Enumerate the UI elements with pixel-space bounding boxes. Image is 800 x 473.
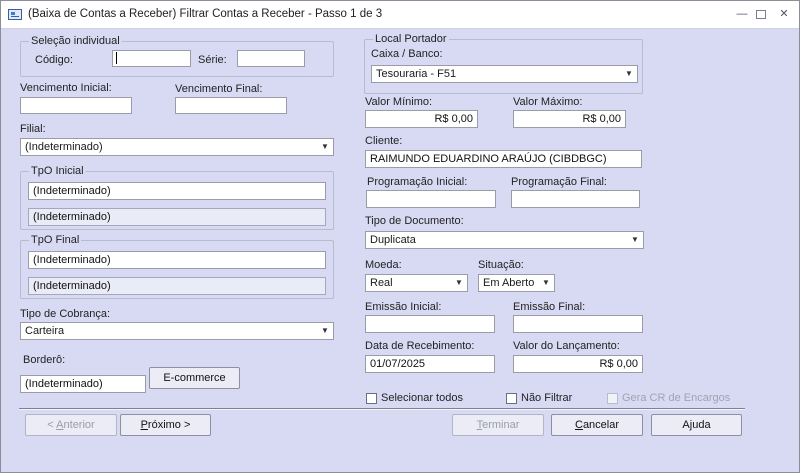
bordero-label: Borderô: xyxy=(23,354,66,366)
data-recebimento-label: Data de Recebimento: xyxy=(365,340,475,352)
filial-value: (Indeterminado) xyxy=(25,141,103,153)
situacao-label: Situação: xyxy=(478,259,524,271)
gera-cr-encargos-label: Gera CR de Encargos xyxy=(622,392,731,404)
moeda-label: Moeda: xyxy=(365,259,402,271)
data-recebimento-field[interactable]: 01/07/2025 xyxy=(365,355,495,373)
filter-dialog-window: (Baixa de Contas a Receber) Filtrar Cont… xyxy=(0,0,800,473)
programacao-final-field[interactable] xyxy=(511,190,640,208)
tpo-final-field-1[interactable]: (Indeterminado) xyxy=(28,251,326,269)
chevron-down-icon[interactable]: ▼ xyxy=(624,66,634,82)
emissao-inicial-field[interactable] xyxy=(365,315,495,333)
chevron-down-icon[interactable]: ▼ xyxy=(320,323,330,339)
tipo-documento-label: Tipo de Documento: xyxy=(365,215,464,227)
proximo-button[interactable]: Próximo > xyxy=(120,414,211,436)
terminar-button[interactable]: Terminar xyxy=(452,414,544,436)
vencimento-inicial-label: Vencimento Inicial: xyxy=(20,82,112,94)
emissao-inicial-label: Emissão Inicial: xyxy=(365,301,442,313)
close-icon[interactable]: ✕ xyxy=(777,7,791,21)
window-title: (Baixa de Contas a Receber) Filtrar Cont… xyxy=(28,8,383,20)
programacao-inicial-field[interactable] xyxy=(366,190,496,208)
tipo-documento-value: Duplicata xyxy=(370,234,416,246)
cancelar-label: ancelar xyxy=(582,419,620,431)
chevron-down-icon[interactable]: ▼ xyxy=(454,275,464,291)
caixa-banco-select[interactable]: Tesouraria - F51 ▼ xyxy=(371,65,638,83)
situacao-value: Em Aberto xyxy=(483,277,535,289)
tipo-cobranca-select[interactable]: Carteira ▼ xyxy=(20,322,334,340)
title-bar: (Baixa de Contas a Receber) Filtrar Cont… xyxy=(1,1,799,29)
valor-maximo-field[interactable]: R$ 0,00 xyxy=(513,110,626,128)
local-portador-legend: Local Portador xyxy=(373,33,449,45)
programacao-inicial-label: Programação Inicial: xyxy=(367,176,468,188)
serie-label: Série: xyxy=(198,54,227,66)
restore-icon[interactable] xyxy=(756,10,766,19)
terminar-label: erminar xyxy=(482,419,520,431)
chevron-down-icon[interactable]: ▼ xyxy=(320,139,330,155)
gera-cr-encargos-checkbox xyxy=(607,393,618,404)
moeda-value: Real xyxy=(370,277,393,289)
tpo-inicial-legend: TpO Inicial xyxy=(29,165,86,177)
valor-lancamento-label: Valor do Lançamento: xyxy=(513,340,620,352)
codigo-label: Código: xyxy=(35,54,73,66)
situacao-select[interactable]: Em Aberto ▼ xyxy=(478,274,555,292)
valor-minimo-label: Valor Mínimo: xyxy=(365,96,433,108)
tpo-final-field-2: (Indeterminado) xyxy=(28,277,326,295)
nao-filtrar-checkbox[interactable] xyxy=(506,393,517,404)
bordero-field[interactable]: (Indeterminado) xyxy=(20,375,146,393)
caixa-banco-value: Tesouraria - F51 xyxy=(376,68,457,80)
selecao-individual-legend: Seleção individual xyxy=(29,35,122,47)
valor-minimo-field[interactable]: R$ 0,00 xyxy=(365,110,478,128)
moeda-select[interactable]: Real ▼ xyxy=(365,274,468,292)
cancelar-accelerator: C xyxy=(574,419,583,431)
vencimento-inicial-field[interactable] xyxy=(20,97,132,114)
chevron-down-icon[interactable]: ▼ xyxy=(630,232,640,248)
app-window-icon xyxy=(8,9,22,20)
proximo-accelerator: P xyxy=(140,419,148,431)
emissao-final-field[interactable] xyxy=(513,315,643,333)
valor-maximo-label: Valor Máximo: xyxy=(513,96,583,108)
codigo-field[interactable] xyxy=(112,50,191,67)
nao-filtrar-label: Não Filtrar xyxy=(521,392,573,404)
tpo-inicial-field-1[interactable]: (Indeterminado) xyxy=(28,182,326,200)
ajuda-button[interactable]: Ajuda xyxy=(651,414,742,436)
selecionar-todos-checkbox[interactable] xyxy=(366,393,377,404)
filial-select[interactable]: (Indeterminado) ▼ xyxy=(20,138,334,156)
tipo-cobranca-label: Tipo de Cobrança: xyxy=(20,308,111,320)
anterior-prefix: < xyxy=(47,419,57,431)
vencimento-final-label: Vencimento Final: xyxy=(175,83,263,95)
cancelar-button[interactable]: Cancelar xyxy=(551,414,643,436)
caixa-banco-label: Caixa / Banco: xyxy=(371,48,443,60)
tipo-cobranca-value: Carteira xyxy=(25,325,65,337)
filial-label: Filial: xyxy=(20,123,46,135)
selecionar-todos-label: Selecionar todos xyxy=(381,392,463,404)
programacao-final-label: Programação Final: xyxy=(511,176,607,188)
anterior-label: nterior xyxy=(63,419,95,431)
footer-separator xyxy=(19,408,745,410)
anterior-accelerator: A xyxy=(56,419,64,431)
proximo-label: róximo > xyxy=(147,419,191,431)
tpo-final-legend: TpO Final xyxy=(29,234,82,246)
chevron-down-icon[interactable]: ▼ xyxy=(541,275,551,291)
e-commerce-button[interactable]: E-commerce xyxy=(149,367,240,389)
tpo-inicial-field-2: (Indeterminado) xyxy=(28,208,326,226)
tipo-documento-select[interactable]: Duplicata ▼ xyxy=(365,231,644,249)
valor-lancamento-field[interactable]: R$ 0,00 xyxy=(513,355,643,373)
cliente-label: Cliente: xyxy=(365,135,403,147)
vencimento-final-field[interactable] xyxy=(175,97,287,114)
emissao-final-label: Emissão Final: xyxy=(513,301,586,313)
text-cursor xyxy=(116,52,117,64)
cliente-field[interactable]: RAIMUNDO EDUARDINO ARAÚJO (CIBDBGC) xyxy=(365,150,642,168)
serie-field[interactable] xyxy=(237,50,305,67)
minimize-icon[interactable]: — xyxy=(735,7,749,21)
anterior-button[interactable]: < Anterior xyxy=(25,414,117,436)
